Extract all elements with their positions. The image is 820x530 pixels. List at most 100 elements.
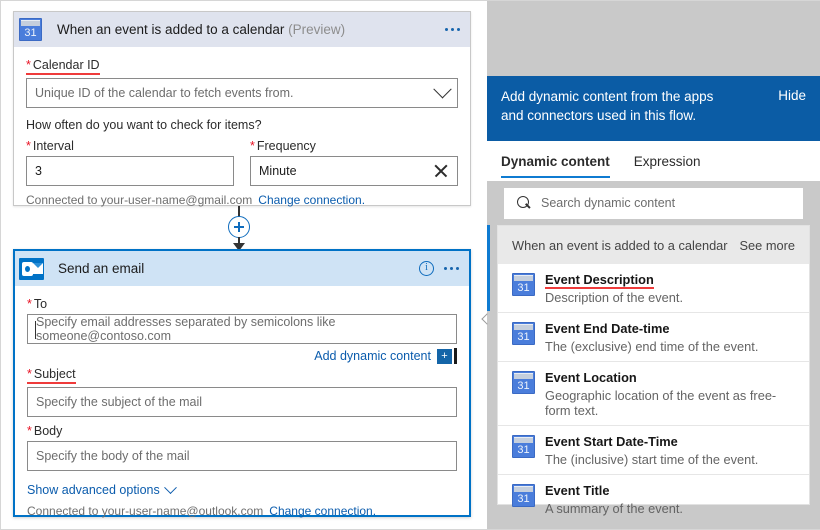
required-marker: * xyxy=(27,424,32,438)
dynamic-content-list: When an event is added to a calendar See… xyxy=(497,225,810,516)
action-change-connection-link[interactable]: Change connection. xyxy=(269,504,376,518)
dynamic-content-group-header: When an event is added to a calendar See… xyxy=(498,226,809,264)
google-calendar-icon: 31 xyxy=(14,12,47,47)
search-placeholder: Search dynamic content xyxy=(541,196,676,210)
info-icon[interactable]: i xyxy=(419,261,434,276)
interval-frequency-row: * Interval 3 * Frequency Minute xyxy=(26,137,458,186)
action-connection-text: Connected to your-user-name@outlook.com xyxy=(27,504,264,518)
google-calendar-icon: 31 xyxy=(512,369,535,418)
google-calendar-icon: 31 xyxy=(512,271,535,305)
list-item[interactable]: 31 Event End Date-time The (exclusive) e… xyxy=(498,313,809,362)
show-advanced-options-label: Show advanced options xyxy=(27,483,160,497)
list-item-body: Event Start Date-Time The (inclusive) st… xyxy=(545,433,758,467)
add-dynamic-content-link[interactable]: Add dynamic content xyxy=(314,349,431,363)
panel-accent-edge xyxy=(487,225,490,311)
frequency-select[interactable]: Minute xyxy=(250,156,458,186)
dynamic-content-panel: Add dynamic content from the apps and co… xyxy=(487,1,820,529)
list-item[interactable]: 31 Event Start Date-Time The (inclusive)… xyxy=(498,426,809,475)
subject-placeholder: Specify the subject of the mail xyxy=(36,395,203,409)
trigger-connection-text: Connected to your-user-name@gmail.com xyxy=(26,193,253,207)
show-advanced-options-button[interactable]: Show advanced options xyxy=(27,480,457,497)
action-card-header[interactable]: Send an email i xyxy=(15,251,469,286)
trigger-card-title: When an event is added to a calendar (Pr… xyxy=(47,22,345,37)
google-calendar-icon: 31 xyxy=(512,320,535,354)
add-dynamic-content-row[interactable]: Add dynamic content + xyxy=(27,347,457,365)
subject-label-text: Subject xyxy=(33,367,76,381)
dynamic-panel-header: Add dynamic content from the apps and co… xyxy=(487,76,820,141)
list-item-desc: A summary of the event. xyxy=(545,501,683,516)
trigger-header-actions xyxy=(445,28,470,31)
chevron-down-icon[interactable] xyxy=(433,79,452,98)
to-input[interactable]: Specify email addresses separated by sem… xyxy=(27,314,457,344)
list-item-body: Event Location Geographic location of th… xyxy=(545,369,797,418)
interval-value: 3 xyxy=(35,164,42,178)
to-placeholder: Specify email addresses separated by sem… xyxy=(36,315,336,343)
list-item-body: Event Description Description of the eve… xyxy=(545,271,683,305)
frequency-group: * Frequency Minute xyxy=(250,137,458,186)
calendar-id-placeholder: Unique ID of the calendar to fetch event… xyxy=(35,86,294,100)
list-item[interactable]: 31 Event Location Geographic location of… xyxy=(498,362,809,426)
calendar-id-label: * Calendar ID xyxy=(26,58,100,75)
action-header-actions: i xyxy=(419,261,469,276)
search-input[interactable]: Search dynamic content xyxy=(504,187,803,219)
list-item-body: Event Title A summary of the event. xyxy=(545,482,683,516)
chevron-left-icon xyxy=(481,313,493,325)
list-item-title: Event End Date-time xyxy=(545,321,670,336)
frequency-label: * Frequency xyxy=(250,139,316,153)
body-input[interactable]: Specify the body of the mail xyxy=(27,441,457,471)
list-item-desc: Geographic location of the event as free… xyxy=(545,388,777,418)
chevron-down-icon xyxy=(163,480,177,494)
subject-label: * Subject xyxy=(27,367,76,384)
trigger-card-header[interactable]: 31 When an event is added to a calendar … xyxy=(14,12,470,47)
dynamic-search-wrapper: Search dynamic content xyxy=(487,181,820,225)
ellipsis-icon[interactable] xyxy=(444,267,459,270)
action-connection-line: Connected to your-user-name@outlook.com C… xyxy=(27,504,457,518)
hide-panel-button[interactable]: Hide xyxy=(778,87,806,103)
list-item[interactable]: 31 Event Description Description of the … xyxy=(498,264,809,313)
list-item-body: Event End Date-time The (exclusive) end … xyxy=(545,320,758,354)
action-card[interactable]: Send an email i * To Specify email addres… xyxy=(13,249,471,518)
preview-tag: (Preview) xyxy=(288,22,346,37)
plus-circle-icon[interactable] xyxy=(228,216,250,238)
list-item-title: Event Title xyxy=(545,483,610,498)
body-placeholder: Specify the body of the mail xyxy=(36,449,190,463)
list-item-desc: The (inclusive) start time of the event. xyxy=(545,452,759,467)
plus-badge-icon[interactable]: + xyxy=(437,348,452,364)
calendar-id-label-text: Calendar ID xyxy=(32,58,100,72)
ellipsis-icon[interactable] xyxy=(445,28,460,31)
calendar-id-dropdown[interactable]: Unique ID of the calendar to fetch event… xyxy=(26,78,458,108)
required-marker: * xyxy=(26,139,31,153)
action-card-body: * To Specify email addresses separated by… xyxy=(15,286,469,526)
list-item[interactable]: 31 Event Title A summary of the event. xyxy=(498,475,809,523)
tab-dynamic-content[interactable]: Dynamic content xyxy=(501,141,610,181)
frequency-value: Minute xyxy=(259,164,297,178)
body-label-text: Body xyxy=(33,424,63,438)
dynamic-panel-header-text: Add dynamic content from the apps and co… xyxy=(501,89,714,123)
interval-input[interactable]: 3 xyxy=(26,156,234,186)
required-marker: * xyxy=(250,139,255,153)
tab-expression[interactable]: Expression xyxy=(634,141,701,181)
subject-input[interactable]: Specify the subject of the mail xyxy=(27,387,457,417)
trigger-card[interactable]: 31 When an event is added to a calendar … xyxy=(13,11,471,207)
dynamic-group-title: When an event is added to a calendar xyxy=(512,237,728,253)
add-step-connector[interactable] xyxy=(223,206,255,251)
list-item-title: Event Location xyxy=(545,370,637,385)
check-frequency-question: How often do you want to check for items… xyxy=(26,118,262,132)
trigger-title-text: When an event is added to a calendar xyxy=(57,22,285,37)
list-item-title: Event Description xyxy=(545,272,654,289)
see-more-button[interactable]: See more xyxy=(740,238,795,253)
search-icon xyxy=(517,196,531,210)
to-label: * To xyxy=(27,297,47,311)
calendar-icon-day: 31 xyxy=(24,27,37,39)
list-item-desc: The (exclusive) end time of the event. xyxy=(545,339,759,354)
trigger-connection-line: Connected to your-user-name@gmail.com Cha… xyxy=(26,193,458,207)
trigger-change-connection-link[interactable]: Change connection. xyxy=(258,193,365,207)
interval-label-text: Interval xyxy=(32,139,74,153)
flow-designer-screen: 31 When an event is added to a calendar … xyxy=(0,0,820,530)
close-icon[interactable] xyxy=(433,163,449,179)
required-marker: * xyxy=(27,367,32,381)
trigger-card-body: * Calendar ID Unique ID of the calendar t… xyxy=(14,47,470,215)
to-label-text: To xyxy=(33,297,48,311)
flow-canvas: 31 When an event is added to a calendar … xyxy=(1,1,486,529)
collapse-panel-handle[interactable] xyxy=(480,306,494,332)
